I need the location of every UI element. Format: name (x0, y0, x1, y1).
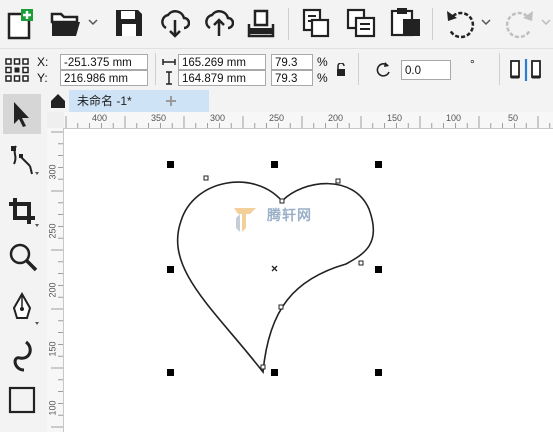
redo-icon[interactable] (504, 8, 536, 40)
ruler-label: 150 (47, 341, 58, 357)
pen-tool-icon[interactable] (8, 292, 40, 328)
chevron-down-icon[interactable] (541, 18, 551, 26)
mirror-icon[interactable] (509, 58, 543, 82)
y-position-field[interactable]: 216.986 mm (60, 70, 148, 86)
home-icon[interactable] (50, 93, 66, 109)
width-icon (162, 59, 176, 65)
toolbox (0, 90, 47, 432)
paste-icon[interactable] (346, 8, 376, 38)
height-icon (166, 71, 172, 85)
main-toolbar (0, 0, 553, 48)
degree-label: ° (470, 57, 475, 71)
ruler-label: 250 (47, 223, 58, 239)
export-icon[interactable] (246, 8, 276, 38)
percent-label: % (317, 55, 328, 69)
ruler-label: 200 (47, 282, 58, 298)
toolbar-separator (499, 53, 500, 85)
ruler-label: 300 (47, 164, 58, 180)
add-tab-icon[interactable] (165, 95, 177, 107)
ruler-label: 50 (508, 113, 519, 123)
x-label: X: (37, 55, 49, 69)
zoom-tool-icon[interactable] (6, 240, 40, 276)
rectangle-tool-icon[interactable] (8, 386, 38, 416)
ruler-label: 100 (47, 400, 58, 416)
horizontal-ruler[interactable]: 400 350 300 250 200 150 100 50 (64, 112, 553, 129)
ruler-label: 250 (269, 113, 285, 123)
reference-point-icon[interactable] (5, 58, 29, 82)
ruler-label: 200 (328, 113, 344, 123)
scale-height-field[interactable]: 79.3 (271, 70, 313, 86)
toolbar-separator (358, 53, 359, 85)
percent-label: % (317, 71, 328, 85)
open-folder-icon[interactable] (50, 10, 82, 38)
shape-tool-icon[interactable] (6, 142, 40, 178)
chevron-down-icon[interactable] (88, 18, 98, 26)
pick-tool-icon[interactable] (10, 100, 34, 130)
toolbar-separator (155, 53, 156, 85)
watermark-text: 腾轩网 (267, 207, 312, 223)
undo-icon[interactable] (444, 8, 476, 40)
document-tab[interactable]: 未命名 -1* (69, 90, 209, 112)
clipboard-icon[interactable] (390, 6, 422, 38)
drawing-canvas[interactable]: 腾轩网 (64, 129, 553, 432)
vertical-ruler[interactable]: 300 250 200 150 100 (47, 128, 64, 432)
lock-ratio-icon[interactable] (335, 63, 347, 77)
copy-icon[interactable] (302, 8, 330, 38)
rotate-icon (376, 62, 390, 77)
scale-width-field[interactable]: 79.3 (271, 54, 313, 70)
ruler-label: 400 (92, 113, 108, 123)
y-label: Y: (37, 71, 48, 85)
width-field[interactable]: 165.269 mm (178, 54, 266, 70)
document-tab-title: 未命名 -1* (77, 94, 132, 108)
height-field[interactable]: 164.879 mm (178, 70, 266, 86)
document-tab-bar: 未命名 -1* (47, 90, 553, 112)
crop-tool-icon[interactable] (6, 194, 40, 230)
ruler-label: 350 (151, 113, 167, 123)
ruler-label: 300 (210, 113, 226, 123)
rotation-field[interactable]: 0.0 (401, 60, 451, 80)
chevron-down-icon[interactable] (481, 18, 491, 26)
toolbar-separator (288, 8, 289, 40)
ruler-label: 150 (387, 113, 403, 123)
toolbar-separator (432, 8, 433, 40)
watermark-logo (234, 208, 256, 232)
save-icon[interactable] (114, 8, 144, 38)
ruler-origin[interactable] (47, 112, 64, 129)
upload-icon[interactable] (202, 8, 234, 38)
ruler-label: 100 (446, 113, 462, 123)
property-bar: X: Y: -251.375 mm 216.986 mm 165.269 mm … (0, 48, 553, 91)
download-icon[interactable] (158, 8, 190, 38)
x-position-field[interactable]: -251.375 mm (60, 54, 148, 70)
curve-tool-icon[interactable] (6, 338, 40, 374)
center-marker (271, 265, 278, 272)
new-document-icon[interactable] (6, 8, 36, 40)
